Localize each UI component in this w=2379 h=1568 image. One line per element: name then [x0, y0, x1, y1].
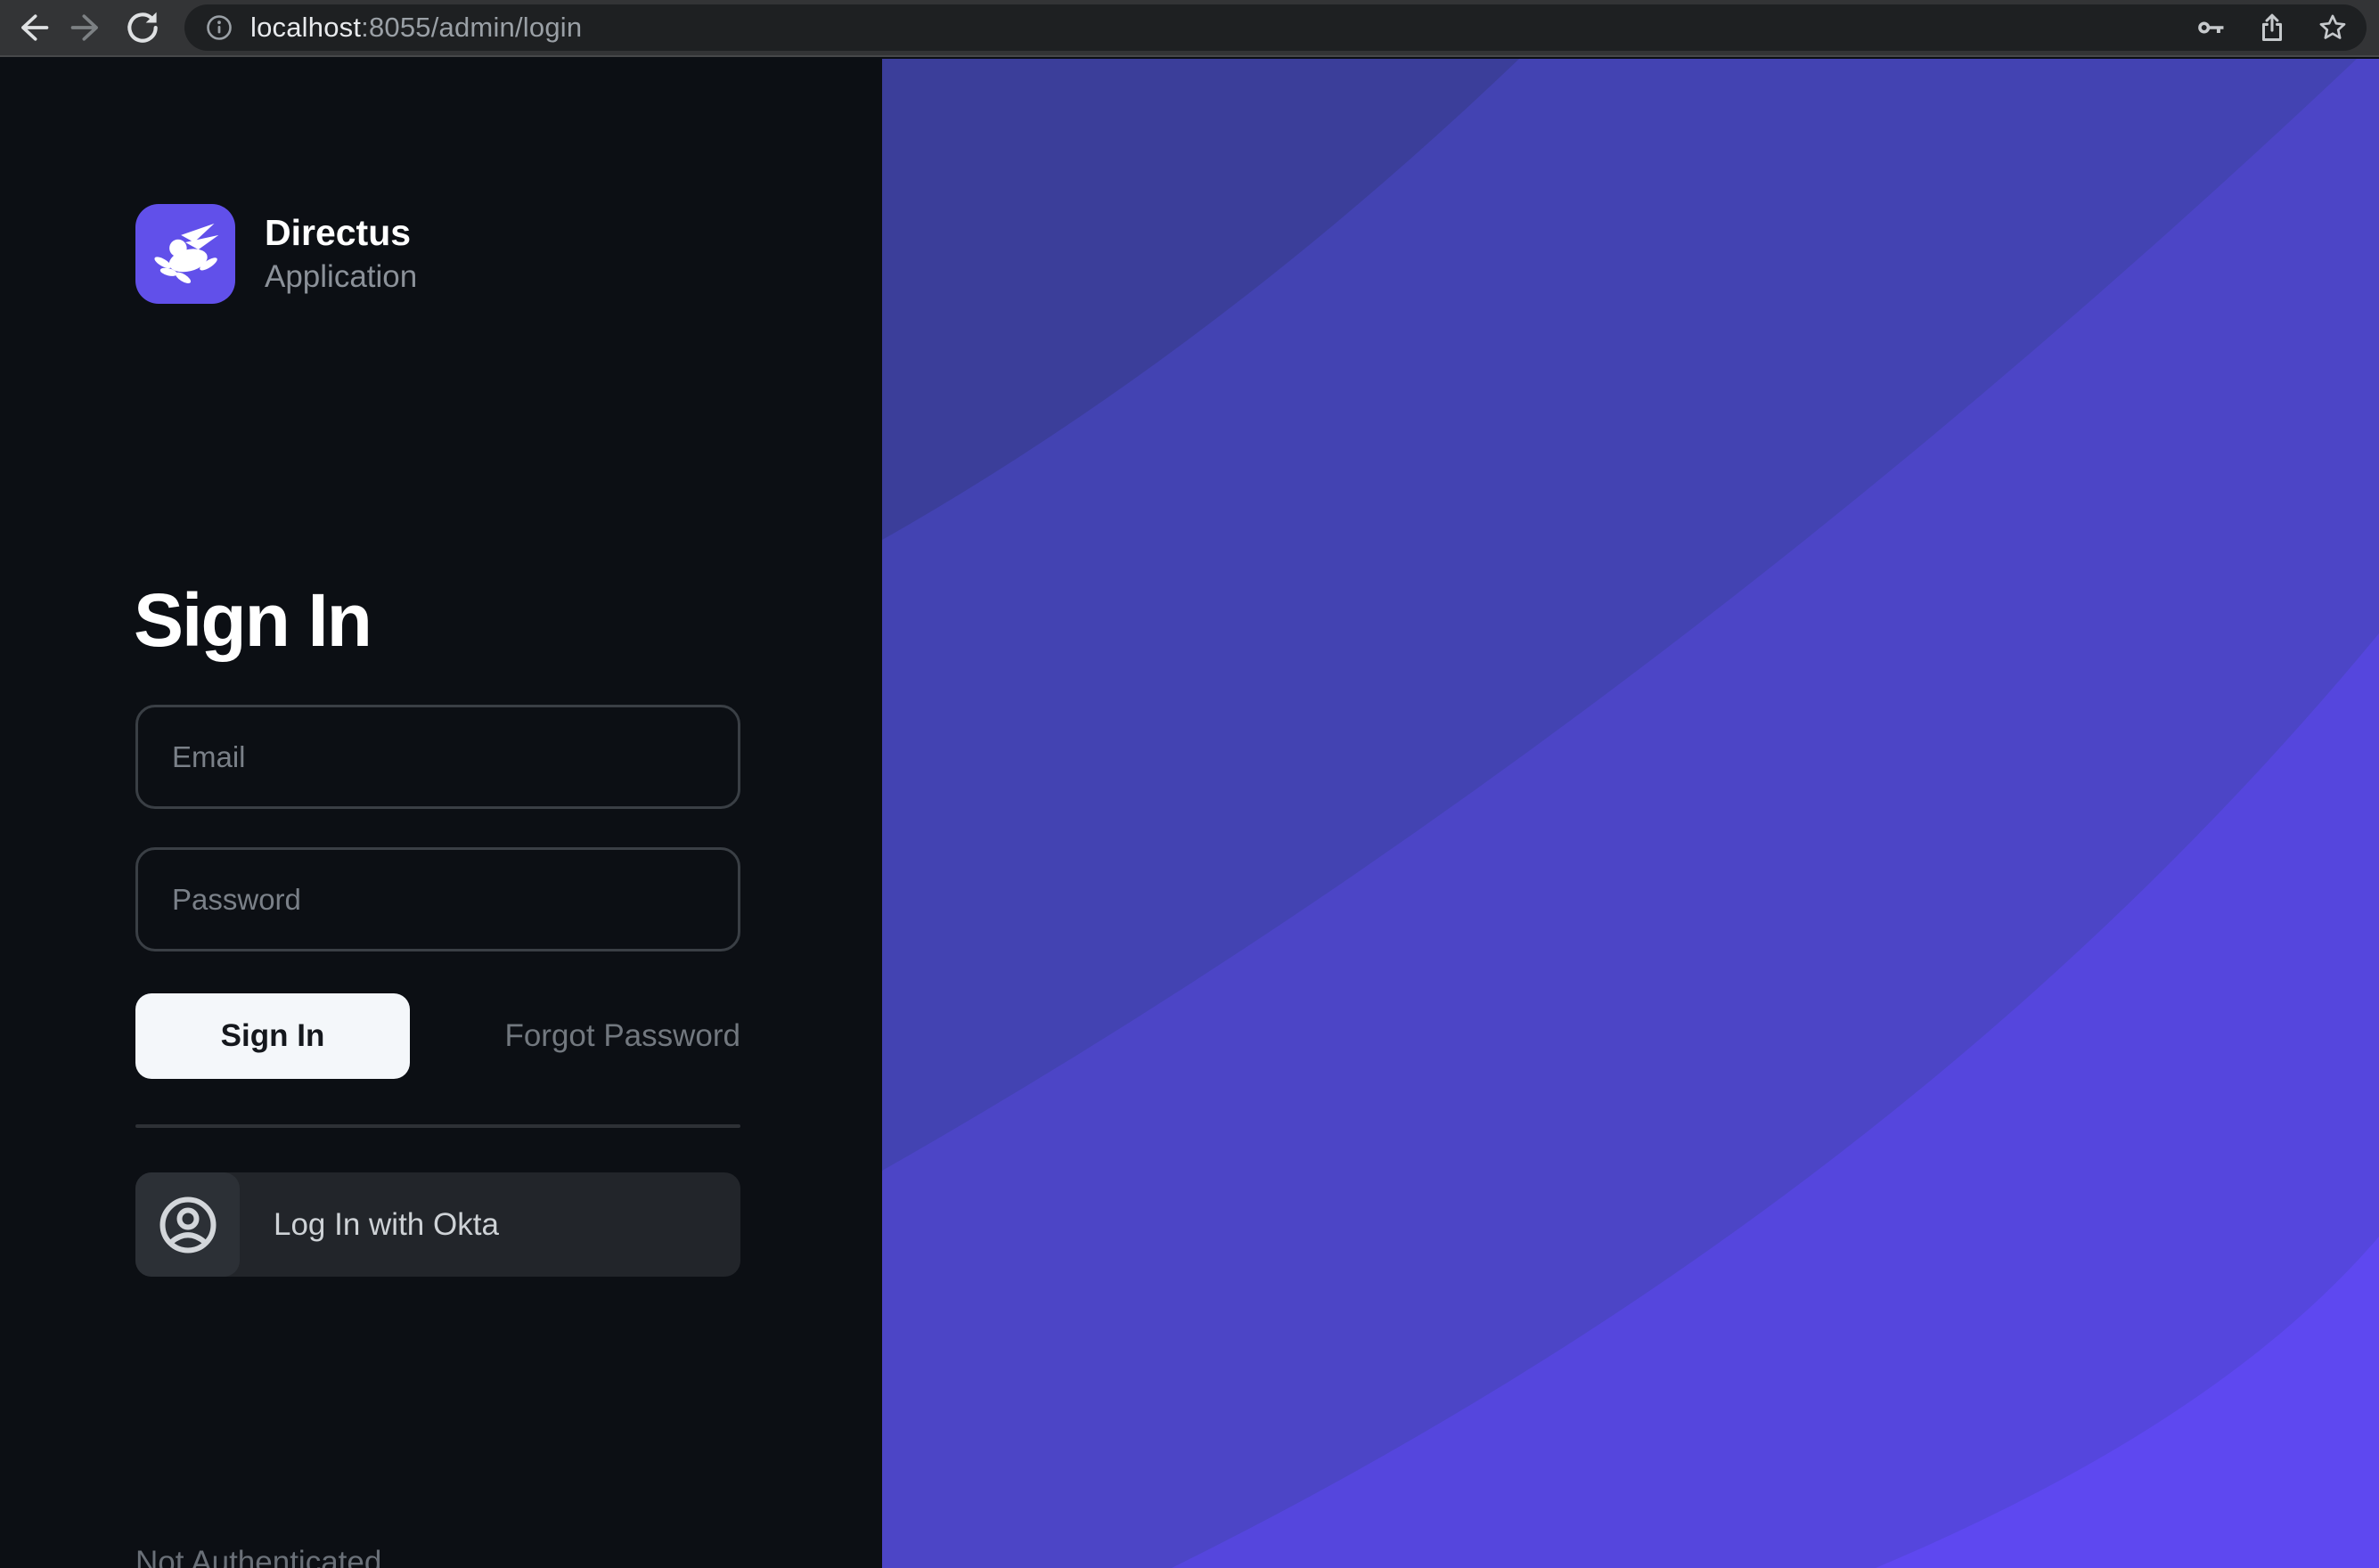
divider	[135, 1124, 740, 1128]
url-host: localhost	[250, 12, 361, 43]
sign-in-button[interactable]: Sign In	[135, 993, 410, 1079]
okta-login-button[interactable]: Log In with Okta	[135, 1172, 740, 1277]
brand-text: Directus Application	[265, 213, 417, 295]
okta-icon-cell	[135, 1172, 240, 1277]
artwork-panel	[882, 59, 2379, 1568]
back-icon	[12, 8, 52, 47]
sign-in-button-label: Sign In	[221, 1018, 325, 1053]
login-panel: Directus Application Sign In Sign In For…	[0, 59, 882, 1568]
directus-logo	[135, 204, 235, 304]
browser-window: localhost:8055/admin/login	[0, 0, 2379, 1568]
brand-block: Directus Application	[135, 204, 417, 304]
page-title: Sign In	[134, 583, 371, 657]
key-icon	[2195, 11, 2228, 45]
share-button[interactable]	[2254, 8, 2290, 47]
directus-rabbit-icon	[151, 219, 220, 289]
person-circle-icon	[156, 1193, 220, 1257]
password-field[interactable]	[135, 847, 740, 951]
url-text: localhost:8055/admin/login	[250, 12, 582, 44]
info-icon[interactable]	[206, 14, 233, 41]
share-icon	[2255, 11, 2289, 45]
brand-subtitle: Application	[265, 259, 417, 295]
refresh-icon	[123, 8, 162, 47]
email-field[interactable]	[135, 705, 740, 809]
omnibox-trailing-icons	[2194, 8, 2350, 47]
okta-login-label: Log In with Okta	[274, 1207, 499, 1243]
browser-toolbar: localhost:8055/admin/login	[0, 0, 2379, 57]
forgot-password-link[interactable]: Forgot Password	[504, 1018, 740, 1054]
bookmark-button[interactable]	[2315, 8, 2350, 47]
artwork-stripes	[882, 59, 2379, 1568]
refresh-button[interactable]	[123, 8, 162, 47]
brand-name: Directus	[265, 213, 417, 253]
back-button[interactable]	[12, 8, 52, 47]
url-bar[interactable]: localhost:8055/admin/login	[184, 4, 2367, 51]
url-path: :8055/admin/login	[361, 12, 582, 43]
status-text: Not Authenticated	[135, 1545, 381, 1568]
star-icon	[2316, 11, 2350, 45]
password-manager-button[interactable]	[2194, 8, 2229, 47]
forward-button[interactable]	[68, 8, 107, 47]
forward-icon	[68, 8, 107, 47]
actions-row: Sign In Forgot Password	[135, 993, 740, 1079]
